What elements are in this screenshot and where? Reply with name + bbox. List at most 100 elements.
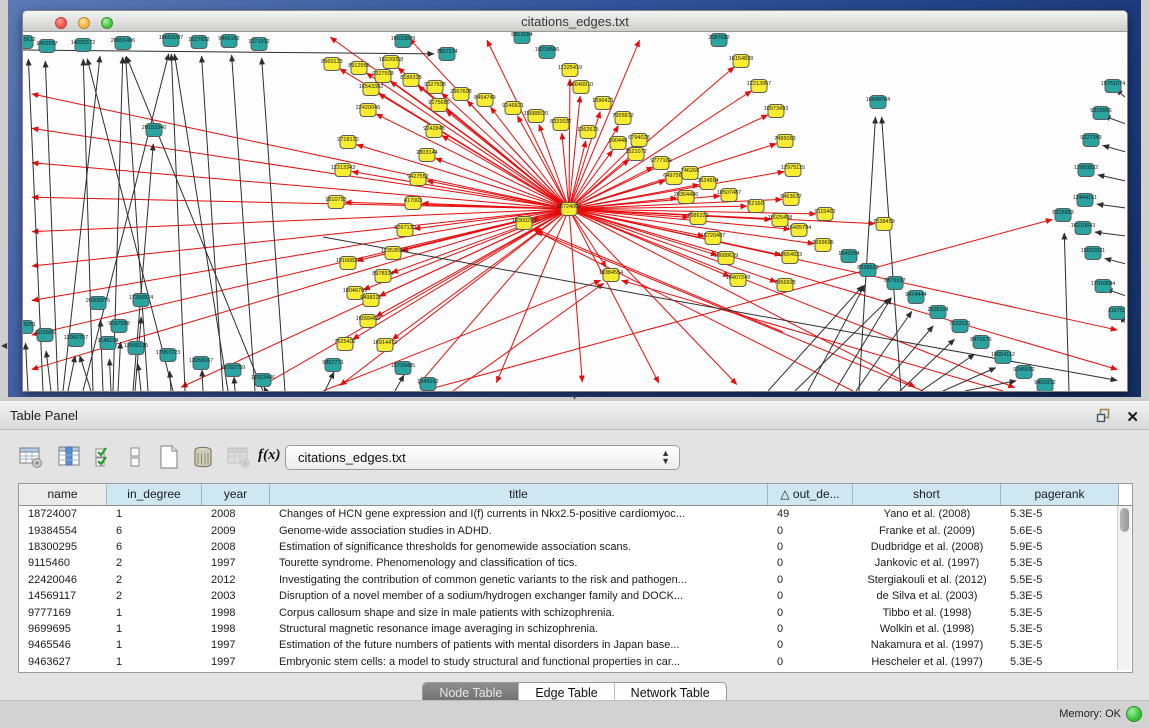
paper-node-teal[interactable]: 16210643 (1071, 222, 1095, 235)
paper-node-teal[interactable]: 16782759 (221, 364, 245, 377)
cell[interactable]: 1 (107, 623, 202, 635)
column-header-in_degree[interactable]: in_degree (107, 484, 202, 505)
paper-node-yellow[interactable]: 9498222 (360, 294, 381, 307)
table-row[interactable]: 946554611997Estimation of the future num… (19, 637, 1132, 653)
show-columns-icon[interactable] (56, 444, 82, 470)
citation-edge-black[interactable] (202, 370, 203, 391)
cell[interactable]: 5.5E-5 (1001, 574, 1119, 586)
citation-edge-red[interactable] (357, 145, 569, 209)
paper-node-teal[interactable]: 1071912 (248, 38, 269, 51)
paper-node-yellow[interactable]: 10688639 (714, 252, 738, 265)
paper-node-yellow[interactable]: 9175685 (428, 99, 449, 112)
paper-node-teal[interactable]: 19218586 (535, 46, 559, 59)
paper-node-yellow[interactable]: 8960123 (321, 58, 342, 71)
citation-edge-black[interactable] (83, 54, 169, 391)
cell[interactable]: 0 (768, 607, 853, 619)
citation-edge-red[interactable] (409, 39, 569, 209)
paper-node-yellow[interactable]: 8267130 (394, 224, 415, 237)
paper-node-teal[interactable]: 9450312 (1034, 379, 1055, 392)
paper-node-teal[interactable]: 9245652 (1013, 366, 1034, 379)
table-row[interactable]: 1830029562008Estimation of significance … (19, 539, 1132, 555)
paper-node-yellow[interactable]: 19384554 (599, 269, 623, 282)
paper-node-teal[interactable]: 7632621 (949, 320, 970, 333)
cell[interactable]: 9777169 (19, 607, 107, 619)
delete-column-icon[interactable] (190, 444, 216, 470)
table-row[interactable]: 1938455462009Genome-wide association stu… (19, 522, 1132, 538)
cell[interactable]: 0 (768, 557, 853, 569)
cell[interactable]: 5.3E-5 (1001, 623, 1119, 635)
paper-node-teal[interactable]: 8471676 (970, 336, 991, 349)
paper-node-yellow[interactable]: 7625402 (334, 338, 355, 351)
citation-edge-black[interactable] (878, 326, 933, 391)
cell[interactable]: 5.3E-5 (1001, 656, 1119, 668)
paper-node-teal[interactable]: 15716485 (391, 362, 415, 375)
paper-node-yellow[interactable]: 9699695 (812, 239, 833, 252)
citation-edge-red[interactable] (569, 209, 915, 387)
cell[interactable]: Jankovic et al. (1997) (853, 557, 1001, 569)
paper-node-teal[interactable]: 9474444 (905, 291, 926, 304)
citation-edge-black[interactable] (174, 54, 228, 391)
paper-node-teal[interactable]: 2055612 (23, 36, 36, 49)
citation-edge-black[interactable] (118, 342, 121, 391)
paper-node-yellow[interactable]: 8454749 (474, 94, 495, 107)
paper-node-yellow[interactable]: 15688520 (524, 110, 548, 123)
table-row[interactable]: 946362711997Embryonic stem cells: a mode… (19, 654, 1132, 670)
column-header-year[interactable]: year (202, 484, 270, 505)
paper-node-yellow[interactable]: 12213343 (331, 164, 355, 177)
close-icon[interactable]: ✕ (1126, 410, 1139, 426)
network-canvas[interactable]: 1872400789601238912955182260589327503165… (23, 32, 1127, 391)
paper-node-yellow[interactable]: 1810755 (325, 196, 346, 209)
paper-node-yellow[interactable]: 2803144 (416, 149, 437, 162)
paper-node-teal[interactable]: 20153346 (142, 124, 166, 137)
paper-node-teal[interactable]: 8215953 (1052, 209, 1073, 222)
cell[interactable]: 5.3E-5 (1001, 639, 1119, 651)
citation-edge-black[interactable] (100, 320, 103, 391)
table-row[interactable]: 2242004622012Investigating the contribut… (19, 572, 1132, 588)
cell[interactable]: Corpus callosum shape and size in male p… (270, 607, 768, 619)
cell[interactable]: 2 (107, 557, 202, 569)
paper-node-yellow[interactable]: 19166827 (336, 257, 360, 270)
cell[interactable]: 5.3E-5 (1001, 508, 1119, 520)
cell[interactable]: 2 (107, 574, 202, 586)
paper-node-yellow[interactable]: 9115460 (814, 208, 835, 221)
citation-edge-red[interactable] (569, 79, 570, 209)
citation-edge-black[interactable] (68, 356, 75, 391)
citation-edge-black[interactable] (859, 117, 875, 391)
paper-node-yellow[interactable]: 20364486 (674, 191, 698, 204)
column-header-out_de[interactable]: △ out_de... (768, 484, 853, 505)
paper-node-yellow[interactable]: 8186328 (400, 74, 421, 87)
citation-edge-red[interactable] (569, 209, 582, 382)
column-header-name[interactable]: name (19, 484, 107, 505)
cell[interactable]: Dudbridge et al. (2008) (853, 541, 1001, 553)
citation-edge-red[interactable] (446, 111, 569, 209)
cell[interactable]: 1998 (202, 607, 270, 619)
paper-node-teal[interactable]: 7857224 (436, 48, 457, 61)
paper-node-teal[interactable]: 116753 (1108, 307, 1125, 320)
citation-edge-black[interactable] (25, 343, 28, 391)
paper-node-yellow[interactable]: 2967608 (450, 88, 471, 101)
paper-node-yellow[interactable]: 18300295 (512, 217, 536, 230)
cell[interactable]: 1997 (202, 639, 270, 651)
vertical-scrollbar[interactable] (1117, 506, 1131, 670)
paper-node-yellow[interactable]: 990448 (609, 137, 627, 150)
cell[interactable]: 1 (107, 508, 202, 520)
cell[interactable]: 1997 (202, 656, 270, 668)
cell[interactable]: 5.3E-5 (1001, 607, 1119, 619)
paper-node-yellow[interactable]: 62160 (748, 200, 764, 213)
column-header-short[interactable]: short (853, 484, 1001, 505)
paper-node-teal[interactable]: 14035572 (71, 39, 95, 52)
paper-node-yellow[interactable]: 8978334 (372, 270, 393, 283)
citation-edge-black[interactable] (83, 59, 93, 391)
cell[interactable]: 0 (768, 574, 853, 586)
paper-node-teal[interactable]: 12942757 (64, 334, 88, 347)
cell[interactable]: 0 (768, 656, 853, 668)
paper-node-teal[interactable]: 12093832 (1074, 164, 1098, 177)
cell[interactable]: Genome-wide association studies in ADHD. (270, 525, 768, 537)
paper-node-teal[interactable]: 2087682 (708, 34, 729, 47)
citation-edge-black[interactable] (1103, 145, 1125, 152)
paper-node-yellow[interactable]: 7485063 (774, 135, 795, 148)
cell[interactable]: 19384554 (19, 525, 107, 537)
paper-node-teal[interactable]: 9097588 (108, 320, 129, 333)
citation-edge-black[interactable] (262, 58, 285, 391)
paper-node-teal[interactable]: 16033809 (391, 35, 415, 48)
